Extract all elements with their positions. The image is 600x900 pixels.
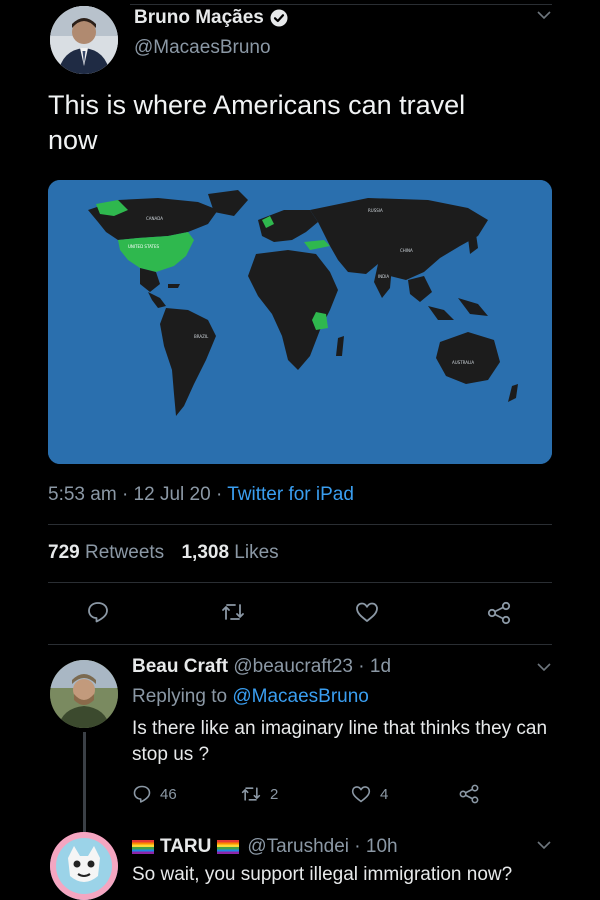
heart-icon: [351, 786, 371, 803]
reply-text: So wait, you support illegal immigration…: [132, 864, 513, 885]
author-handle[interactable]: @MacaesBruno: [134, 37, 271, 59]
actions-divider: [48, 644, 552, 645]
meta-divider: [48, 524, 552, 525]
author-avatar-image: [50, 6, 118, 74]
reply-age: 1d: [369, 656, 392, 677]
retweets-stat[interactable]: 729 Retweets: [48, 542, 169, 563]
verified-badge-icon: [270, 9, 288, 27]
tweet-source-link[interactable]: Twitter for iPad: [227, 484, 354, 505]
rainbow-flag-icon: [132, 840, 154, 854]
likes-count: 1,308: [181, 542, 230, 563]
reply-reply-count: 46: [160, 785, 177, 803]
reply-text: Is there like an imaginary line that thi…: [132, 718, 548, 765]
reply-author-handle[interactable]: @beaucraft23: [233, 656, 353, 677]
reply-avatar-image: [50, 832, 118, 900]
world-map-graphic: CANADA UNITED STATES BRAZIL RUSSIA CHINA…: [48, 180, 552, 464]
reply-retweet-count: 2: [270, 785, 279, 803]
likes-stat[interactable]: 1,308 Likes: [181, 542, 278, 563]
thread-line: [83, 732, 86, 832]
share-icon: [459, 784, 479, 804]
map-label-canada: CANADA: [146, 216, 163, 221]
retweet-button[interactable]: [220, 600, 246, 624]
meta-separator: ·: [121, 484, 134, 505]
retweet-icon: [222, 604, 244, 620]
reply-chevron-icon[interactable]: [536, 660, 552, 678]
meta-separator: ·: [349, 836, 366, 857]
reply-header: Beau Craft @beaucraft23 · 1d: [132, 656, 391, 678]
reply-button[interactable]: [86, 600, 110, 624]
share-button[interactable]: [486, 600, 512, 626]
tweet-map-image[interactable]: CANADA UNITED STATES BRAZIL RUSSIA CHINA…: [48, 180, 552, 464]
map-label-united-states: UNITED STATES: [128, 244, 159, 249]
reply-icon: [133, 785, 151, 803]
reply-avatar[interactable]: [50, 832, 118, 900]
author-avatar[interactable]: [50, 6, 118, 74]
like-button[interactable]: [354, 600, 380, 624]
map-label-russia: RUSSIA: [368, 208, 383, 213]
reply-avatar[interactable]: [50, 660, 118, 728]
reply-retweet-button[interactable]: 2: [240, 784, 278, 804]
map-label-china: CHINA: [400, 248, 413, 253]
top-divider: [130, 4, 552, 5]
map-label-brazil: BRAZIL: [194, 334, 209, 339]
retweets-count: 729: [48, 542, 80, 563]
author-name[interactable]: Bruno Maçães: [134, 7, 264, 29]
reply-author-handle[interactable]: @Tarushdei: [247, 836, 349, 858]
replying-to-line: Replying to @MacaesBruno: [132, 686, 369, 708]
reply-header: TARU @Tarushdei · 10h: [132, 836, 398, 858]
more-options-chevron-icon[interactable]: [536, 4, 552, 27]
tweet-stats: 729 Retweets 1,308 Likes: [48, 542, 279, 564]
retweets-label: Retweets: [84, 542, 165, 563]
rainbow-flag-icon: [217, 840, 240, 854]
tweet-meta: 5:53 am · 12 Jul 20 · Twitter for iPad: [48, 484, 354, 506]
tweet-time: 5:53 am: [48, 484, 117, 505]
tweet-text: This is where Americans can travel now: [48, 90, 466, 155]
reply-like-button[interactable]: 4: [350, 784, 388, 804]
reply-chevron-icon[interactable]: [536, 838, 552, 856]
reply-author-name[interactable]: TARU: [160, 836, 211, 858]
map-label-australia: AUSTRALIA: [452, 360, 474, 365]
reply-age: 10h: [365, 836, 398, 857]
reply-like-count: 4: [380, 785, 389, 803]
likes-label: Likes: [234, 542, 279, 563]
tweet-date: 12 Jul 20: [133, 484, 211, 505]
meta-separator: ·: [358, 656, 370, 677]
reply-reply-button[interactable]: 46: [132, 784, 177, 804]
map-label-india: INDIA: [378, 274, 389, 279]
stats-divider: [48, 582, 552, 583]
replying-to-prefix: Replying to: [132, 686, 228, 707]
meta-separator: ·: [215, 484, 228, 505]
replying-to-handle[interactable]: @MacaesBruno: [232, 686, 369, 707]
reply-author-name[interactable]: Beau Craft: [132, 656, 228, 677]
reply-icon: [88, 602, 108, 623]
share-icon: [487, 601, 511, 625]
reply-share-button[interactable]: [458, 783, 480, 810]
retweet-icon: [241, 787, 261, 801]
reply-avatar-image: [50, 660, 118, 728]
heart-icon: [356, 602, 378, 622]
